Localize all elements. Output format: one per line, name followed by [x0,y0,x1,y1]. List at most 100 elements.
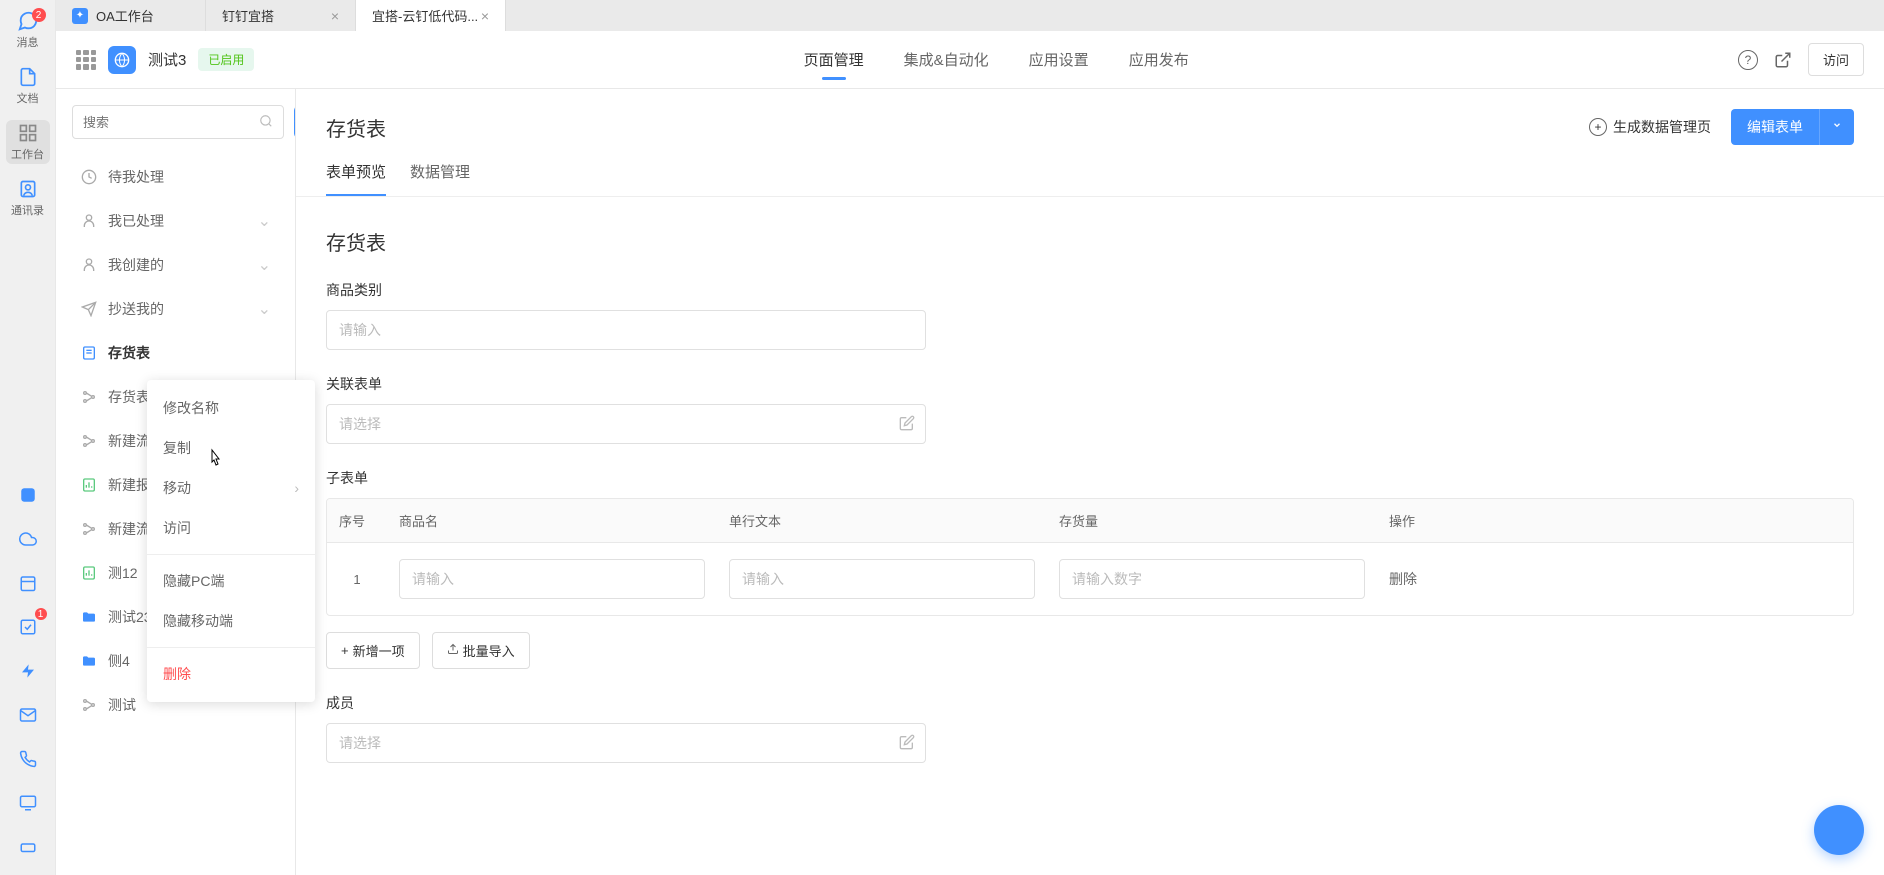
rail-docs[interactable]: 文档 [6,64,50,108]
rail-label: 工作台 [11,146,44,162]
tree-icon [80,432,98,450]
field-subform: 子表单 序号 商品名 单行文本 存货量 操作 1 删除 +新增一 [326,468,1854,669]
menu-move[interactable]: 移动› [147,468,315,508]
eye-closed-icon: ⌄ [258,211,271,231]
rail-calendar-icon[interactable] [12,567,44,599]
eye-closed-icon: ⌄ [258,255,271,275]
rail-checkbox-icon[interactable]: 1 [12,611,44,643]
help-icon[interactable]: ? [1738,50,1758,70]
rail-mail-icon[interactable] [12,699,44,731]
menu-visit[interactable]: 访问 [147,508,315,548]
edit-button-group: 编辑表单 [1731,109,1854,145]
chevron-right-icon: › [294,480,299,496]
header-actions: + 生成数据管理页 编辑表单 [1589,109,1854,145]
tab-label: OA工作台 [96,6,154,25]
row-text-input[interactable] [729,559,1035,599]
sidebar-item-cc[interactable]: 抄送我的 ⌄ [72,287,279,331]
close-icon[interactable]: × [331,8,339,24]
app-header: 测试3 已启用 页面管理 集成&自动化 应用设置 应用发布 ? 访问 [56,31,1884,89]
rail-label: 文档 [17,90,39,106]
row-qty-input[interactable] [1059,559,1365,599]
rail-app-icon[interactable] [12,479,44,511]
visit-button[interactable]: 访问 [1808,43,1864,76]
grid-icon [17,122,39,144]
user-icon [80,212,98,230]
sidebar-item-label: 我创建的 [108,255,164,275]
tab-yida-lowcode[interactable]: 宜搭-云钉低代码... × [356,0,506,31]
rail-workbench[interactable]: 工作台 [6,120,50,164]
nav-tab-pages[interactable]: 页面管理 [804,33,864,86]
menu-copy[interactable]: 复制 [147,428,315,468]
rail-bolt-icon[interactable] [12,655,44,687]
col-text: 单行文本 [717,499,1047,542]
search-input[interactable] [83,115,259,130]
tree-icon [80,696,98,714]
add-row-button[interactable]: +新增一项 [326,632,420,669]
rail-messages[interactable]: 消息 2 [6,8,50,52]
search-input-wrapper[interactable] [72,105,284,139]
sidebar-item-pending[interactable]: 待我处理 [72,155,279,199]
search-icon [259,114,273,131]
col-op: 操作 [1377,499,1457,542]
field-related-form: 关联表单 请选择 [326,374,926,444]
user-icon [80,256,98,274]
document-icon [17,66,39,88]
edit-form-button[interactable]: 编辑表单 [1731,109,1819,145]
sidebar-item-label: 测试 [108,695,136,715]
divider [147,554,315,555]
form-icon [80,344,98,362]
sidebar-item-created[interactable]: 我创建的 ⌄ [72,243,279,287]
sidebar-item-inventory-active[interactable]: 存货表 [72,331,279,375]
nav-tab-settings[interactable]: 应用设置 [1029,33,1089,86]
app-header-left: 测试3 已启用 [76,46,254,74]
bulk-import-button[interactable]: 批量导入 [432,632,530,669]
sidebar-item-label: 我已处理 [108,211,164,231]
nav-tab-publish[interactable]: 应用发布 [1129,33,1189,86]
subtab-preview[interactable]: 表单预览 [326,161,386,196]
rail-contacts[interactable]: 通讯录 [6,176,50,220]
tab-yida[interactable]: 钉钉宜搭 × [206,0,356,31]
sidebar-item-processed[interactable]: 我已处理 ⌄ [72,199,279,243]
menu-hide-mobile[interactable]: 隐藏移动端 [147,601,315,641]
delete-row-link[interactable]: 删除 [1389,571,1417,587]
sidebar-item-label: 侧4 [108,651,130,671]
apps-grid-icon[interactable] [76,50,96,70]
tab-oa-workbench[interactable]: ✦ OA工作台 [56,0,206,31]
main-content: 存货表 + 生成数据管理页 编辑表单 表单预览 数据管理 存货表 商品类别 关联… [296,89,1884,875]
app-logo-icon [108,46,136,74]
generate-button[interactable]: + 生成数据管理页 [1589,117,1711,137]
left-rail: 消息 2 文档 工作台 通讯录 1 [0,0,56,875]
rail-more-icon[interactable] [12,831,44,863]
menu-hide-pc[interactable]: 隐藏PC端 [147,561,315,601]
plus-circle-icon: + [1589,118,1607,136]
float-action-button[interactable] [1814,805,1864,855]
sidebar-item-label: 待我处理 [108,167,164,187]
subtab-data[interactable]: 数据管理 [410,161,470,196]
divider [147,647,315,648]
members-select[interactable]: 请选择 [326,723,926,763]
sidebar-search-row: + [72,105,279,139]
menu-rename[interactable]: 修改名称 [147,388,315,428]
select-placeholder: 请选择 [339,733,381,753]
rail-monitor-icon[interactable] [12,787,44,819]
sidebar-item-label: 新建流 [108,519,150,539]
sidebar-item-label: 存货表 [108,387,150,407]
category-label: 商品类别 [326,280,926,300]
sidebar-item-label: 存货表 [108,343,150,363]
rail-label: 通讯录 [11,202,44,218]
rail-cloud-icon[interactable] [12,523,44,555]
nav-tab-integration[interactable]: 集成&自动化 [904,33,989,86]
external-link-icon[interactable] [1774,51,1792,69]
context-menu: 修改名称 复制 移动› 访问 隐藏PC端 隐藏移动端 删除 [147,380,315,702]
app-header-right: ? 访问 [1738,43,1864,76]
rail-phone-icon[interactable] [12,743,44,775]
edit-dropdown-button[interactable] [1819,109,1854,145]
menu-delete[interactable]: 删除 [147,654,315,694]
related-form-select[interactable]: 请选择 [326,404,926,444]
sidebar-item-label: 新建报 [108,475,150,495]
close-icon[interactable]: × [481,8,489,24]
category-input[interactable] [326,310,926,350]
field-category: 商品类别 [326,280,926,350]
row-name-input[interactable] [399,559,705,599]
form-title: 存货表 [326,227,1854,256]
